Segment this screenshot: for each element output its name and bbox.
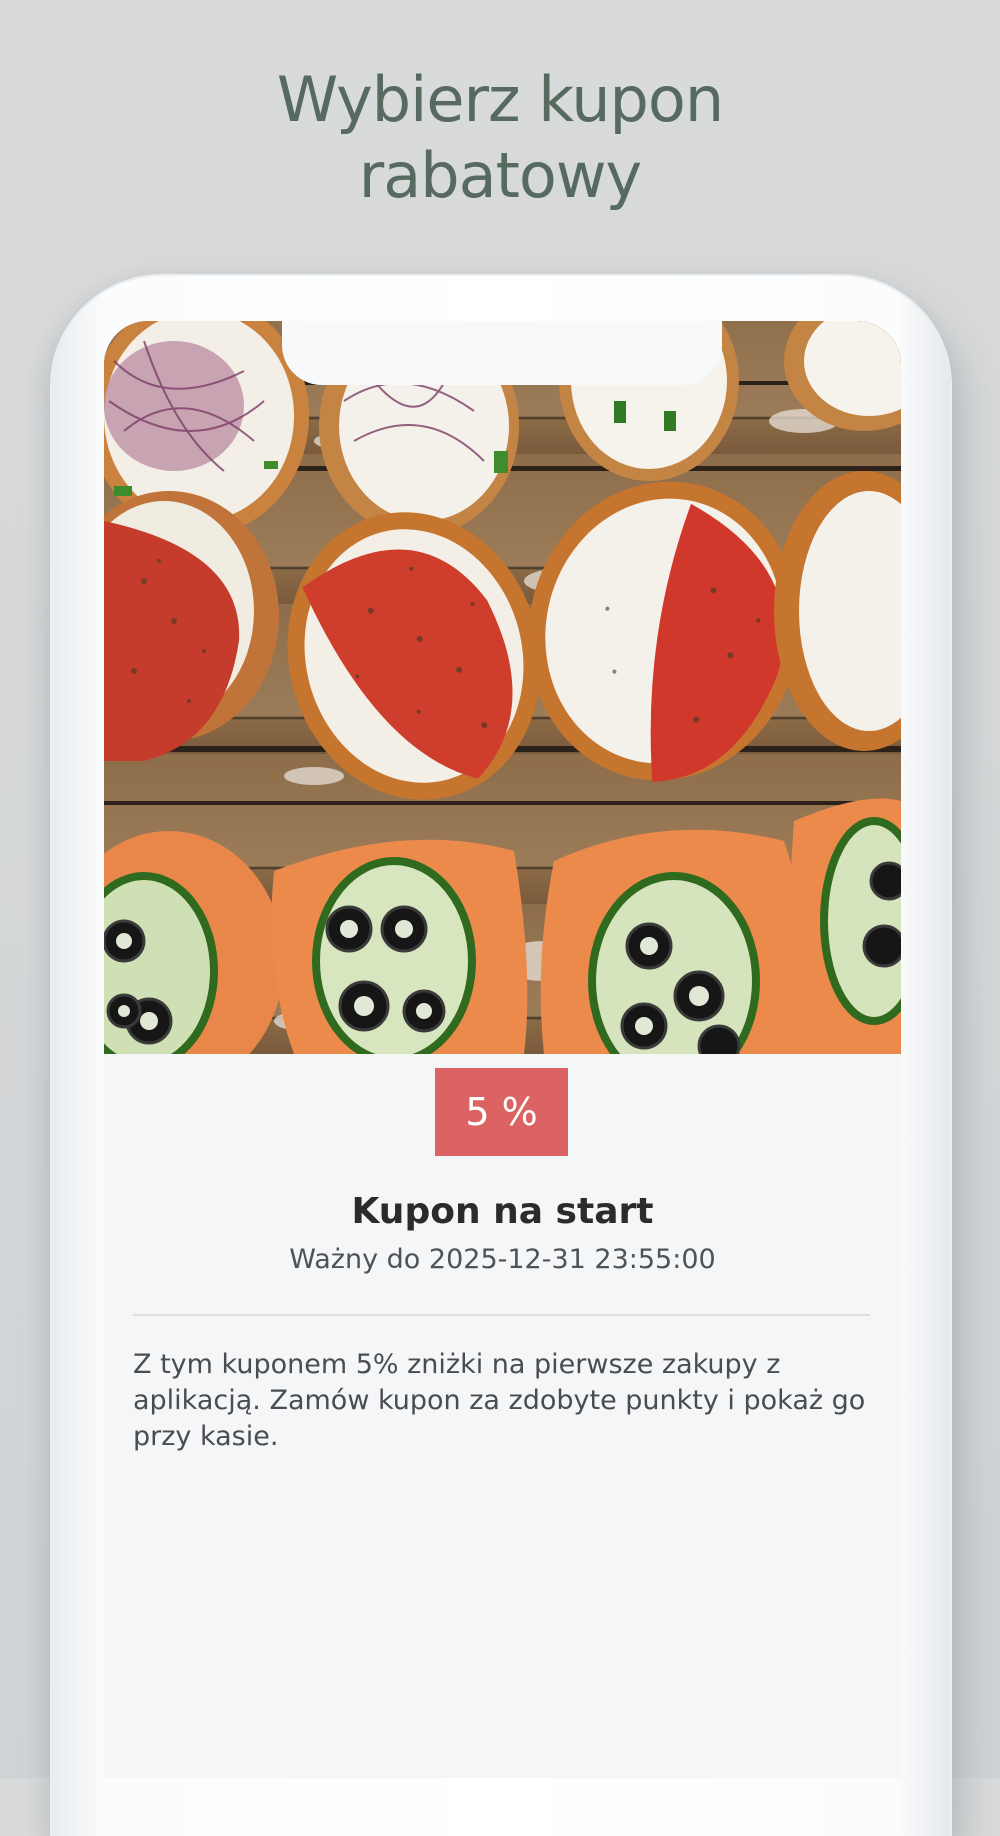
coupon-validity: Ważny do 2025-12-31 23:55:00 <box>104 1242 901 1278</box>
phone-screen: 5 % Kupon na start Ważny do 2025-12-31 2… <box>104 321 901 1778</box>
coupon-description: Z tym kuponem 5% zniżki na pierwsze zaku… <box>133 1349 866 1452</box>
discount-badge: 5 % <box>435 1068 568 1156</box>
food-photo-illustration <box>104 321 901 1054</box>
coupon-title: Kupon na start <box>351 1191 654 1232</box>
promo-headline-line1: Wybierz kupon <box>276 63 724 136</box>
validity-label: Ważny do <box>289 1244 421 1275</box>
coupon-hero-image <box>104 321 901 1054</box>
phone-notch <box>282 321 722 385</box>
validity-date: 2025-12-31 23:55:00 <box>428 1244 716 1275</box>
promo-headline: Wybierz kupon rabatowy <box>0 62 1000 214</box>
divider <box>133 1314 870 1316</box>
promo-headline-line2: rabatowy <box>358 139 642 212</box>
